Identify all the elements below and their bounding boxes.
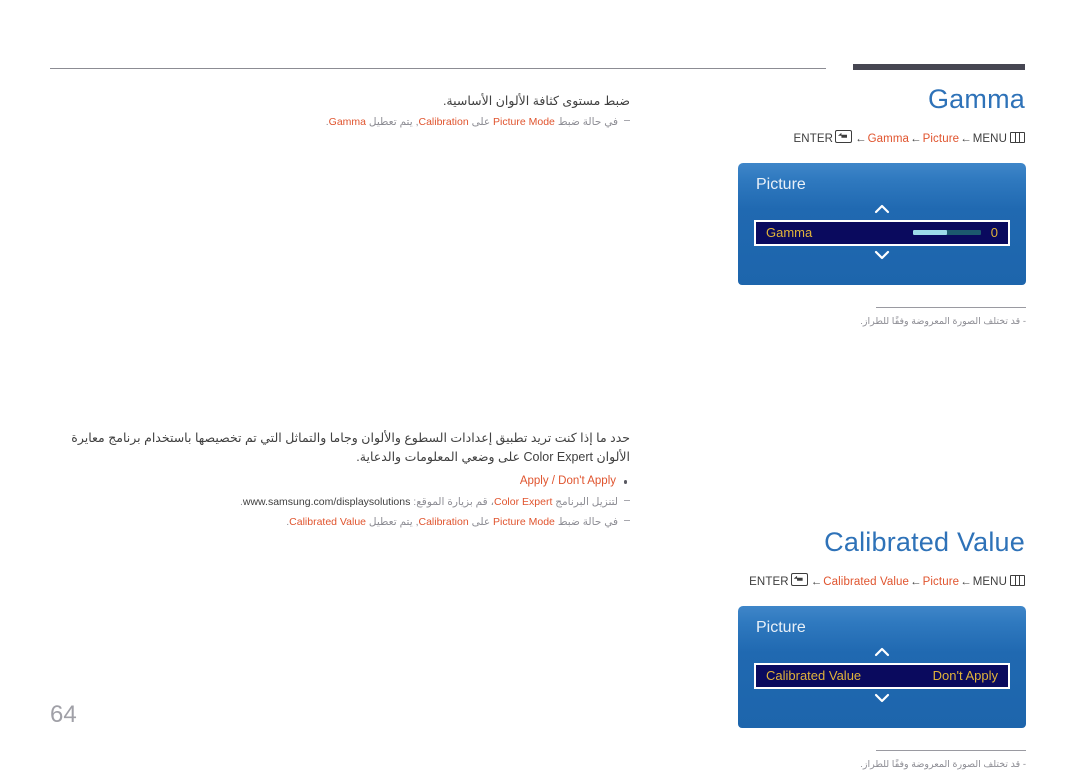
note-url-samsung-displaysolutions[interactable]: www.samsung.com/displaysolutions [243, 494, 411, 511]
breadcrumb-arrow-2: ← [910, 132, 922, 145]
gamma-slider-fill [912, 230, 947, 236]
osd-footnote-wrap-gamma: - قد تختلف الصورة المعروضة وفقًا للطراز. [738, 306, 1026, 328]
page-title-gamma: Gamma [927, 84, 1025, 114]
sections-column: Gamma ENTER ←Gamma←Picture←MENU Picture G… [700, 84, 1030, 771]
note-term-picture-mode: Picture Mode [493, 116, 555, 129]
note-term-calibrated-value: Calibrated Value [289, 516, 367, 528]
chevron-up-icon[interactable] [754, 203, 1010, 217]
breadcrumb-gamma: ENTER ←Gamma←Picture←MENU [700, 129, 1030, 145]
note-term-picture-mode: Picture Mode [493, 516, 555, 528]
osd-title-picture: Picture [756, 618, 806, 636]
page-number: 64 [50, 701, 77, 728]
footnote-divider [876, 749, 1026, 751]
calibrated-value-body-block: حدد ما إذا كنت تريد تطبيق إعدادات السطوع… [50, 429, 630, 532]
breadcrumb-calibrated-value: ENTER ←Calibrated Value←Picture←MENU [700, 572, 1030, 588]
breadcrumb-crumb-calibrated-value[interactable]: Calibrated Value [823, 576, 909, 588]
section-gamma: Gamma ENTER ←Gamma←Picture←MENU Picture G… [700, 84, 1030, 328]
chevron-down-icon[interactable] [754, 249, 1010, 263]
calibrated-value-options: Apply / Don't Apply [50, 473, 630, 490]
breadcrumb-enter-label: ENTER [793, 132, 833, 145]
breadcrumb-arrow-2: ← [910, 575, 922, 588]
header-accent-bar [853, 64, 1025, 70]
breadcrumb-arrow-1: ← [810, 575, 823, 588]
osd-row-controls: 0 [912, 225, 998, 241]
enter-key-icon [835, 129, 852, 143]
osd-footnote-calibrated-value: - قد تختلف الصورة المعروضة وفقًا للطراز. [860, 758, 1026, 770]
breadcrumb-crumb-picture[interactable]: Picture [923, 576, 960, 588]
note-text-mid1: على [468, 116, 494, 129]
calibrated-value-note-1: لتنزيل البرنامج Color Expert، قم بزيارة … [50, 494, 630, 511]
body-content-column: ضبط مستوى كثافة الألوان الأساسية. في حال… [50, 92, 630, 531]
chevron-up-icon[interactable] [754, 646, 1010, 660]
osd-row-calibrated-value[interactable]: Calibrated Value Don't Apply [754, 662, 1010, 689]
section-calibrated-value: Calibrated Value ENTER ←Calibrated Value←… [700, 527, 1030, 771]
breadcrumb-arrow-1: ← [855, 132, 867, 145]
osd-footnote-gamma: - قد تختلف الصورة المعروضة وفقًا للطراز. [860, 315, 1026, 327]
breadcrumb-crumb-picture[interactable]: Picture [923, 133, 960, 145]
enter-key-icon [790, 572, 808, 586]
note-term-color-expert: Color Expert [494, 495, 553, 508]
note-term-calibration: Calibration [418, 516, 469, 528]
note-text-pre: في حالة ضبط [554, 516, 618, 528]
note-text-mid1: على [468, 516, 494, 528]
breadcrumb-menu-label: MENU [972, 575, 1007, 588]
note-term-gamma: Gamma [328, 116, 367, 129]
osd-row-label: Calibrated Value [766, 668, 862, 684]
gamma-description: ضبط مستوى كثافة الألوان الأساسية. [442, 94, 630, 108]
header-thin-divider [50, 68, 826, 69]
chevron-down-icon[interactable] [754, 692, 1010, 706]
osd-row-label: Gamma [766, 225, 813, 241]
breadcrumb-arrow-3: ← [960, 132, 972, 145]
note-text-pre: في حالة ضبط [554, 116, 618, 129]
osd-panel-gamma: Picture Gamma 0 [738, 162, 1026, 285]
osd-row-value: Don't Apply [932, 668, 998, 684]
osd-row-gamma[interactable]: Gamma 0 [754, 219, 1010, 246]
osd-footnote-text: قد تختلف الصورة المعروضة وفقًا للطراز. [860, 315, 1021, 327]
gamma-body-block: ضبط مستوى كثافة الألوان الأساسية. في حال… [50, 92, 630, 132]
menu-key-icon [1010, 131, 1025, 143]
breadcrumb-menu-label: MENU [972, 132, 1007, 145]
page-title-calibrated-value: Calibrated Value [824, 527, 1025, 558]
osd-row-value: 0 [990, 225, 998, 241]
osd-panel-calibrated-value: Picture Calibrated Value Don't Apply [738, 605, 1026, 728]
note-text-mid1: ، قم بزيارة الموقع: [410, 495, 494, 508]
osd-footnote-text: قد تختلف الصورة المعروضة وفقًا للطراز. [860, 758, 1021, 770]
note-text-mid2: , يتم تعطيل [366, 116, 419, 129]
gamma-note-1: في حالة ضبط Picture Mode على Calibration… [50, 114, 630, 131]
breadcrumb-arrow-3: ← [960, 575, 972, 588]
calibrated-value-note-2: في حالة ضبط Picture Mode على Calibration… [50, 514, 630, 531]
menu-key-icon [1010, 574, 1025, 586]
note-term-calibration: Calibration [418, 116, 469, 129]
calibrated-value-description: حدد ما إذا كنت تريد تطبيق إعدادات السطوع… [71, 430, 630, 465]
note-text-pre: لتنزيل البرنامج [552, 495, 618, 508]
breadcrumb-crumb-gamma[interactable]: Gamma [868, 133, 909, 145]
osd-title-picture: Picture [756, 175, 806, 193]
breadcrumb-enter-label: ENTER [749, 575, 789, 588]
osd-footnote-wrap-calibrated-value: - قد تختلف الصورة المعروضة وفقًا للطراز. [738, 749, 1026, 771]
footnote-divider [876, 306, 1026, 308]
note-text-mid2: , يتم تعطيل [366, 516, 419, 528]
gamma-slider[interactable] [912, 230, 981, 236]
